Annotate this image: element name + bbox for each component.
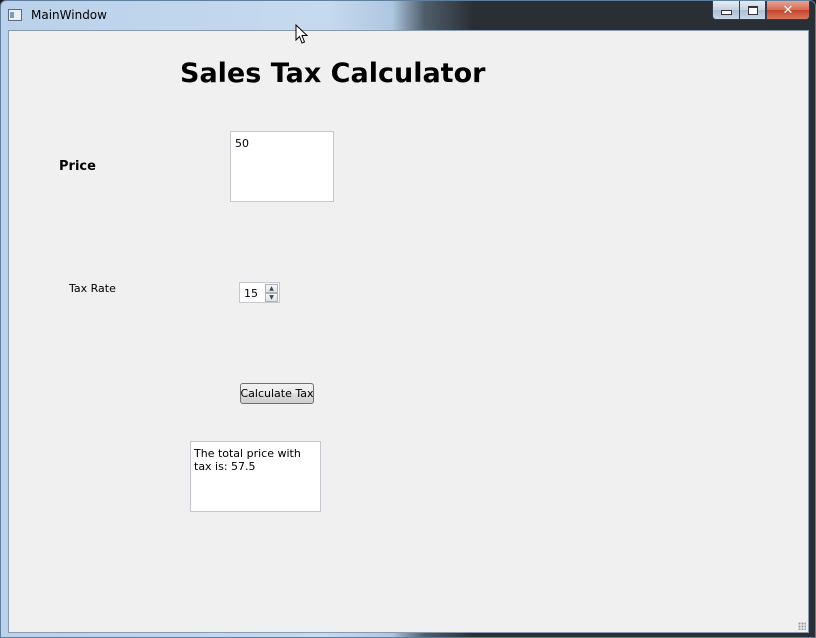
- caption-buttons: ✕: [712, 1, 810, 20]
- title-bar[interactable]: MainWindow ✕: [1, 1, 815, 29]
- page-title: Sales Tax Calculator: [180, 58, 486, 89]
- window-title: MainWindow: [31, 8, 107, 22]
- minimize-icon: [720, 10, 732, 15]
- close-button[interactable]: ✕: [766, 1, 810, 20]
- resize-grip-icon[interactable]: [798, 622, 806, 630]
- tax-rate-label: Tax Rate: [69, 282, 116, 295]
- minimize-button[interactable]: [712, 1, 739, 20]
- close-icon: ✕: [782, 2, 794, 18]
- spin-down-icon[interactable]: ▼: [265, 293, 278, 302]
- price-input[interactable]: 50: [230, 131, 334, 202]
- tax-rate-value[interactable]: 15: [244, 287, 258, 300]
- result-output: The total price with tax is: 57.5: [190, 441, 321, 512]
- mouse-pointer-icon: [295, 23, 309, 44]
- spin-up-icon[interactable]: ▲: [265, 284, 278, 293]
- client-area: Sales Tax Calculator Price 50 Tax Rate 1…: [8, 30, 809, 633]
- main-window: MainWindow ✕ Sales Tax Calculator Price …: [0, 0, 816, 638]
- maximize-icon: [747, 5, 758, 15]
- calculate-tax-button[interactable]: Calculate Tax: [240, 383, 314, 404]
- maximize-button[interactable]: [739, 1, 766, 20]
- price-label: Price: [59, 159, 96, 174]
- tax-rate-spinbox[interactable]: 15 ▲ ▼: [239, 282, 280, 303]
- window-icon[interactable]: [8, 9, 22, 21]
